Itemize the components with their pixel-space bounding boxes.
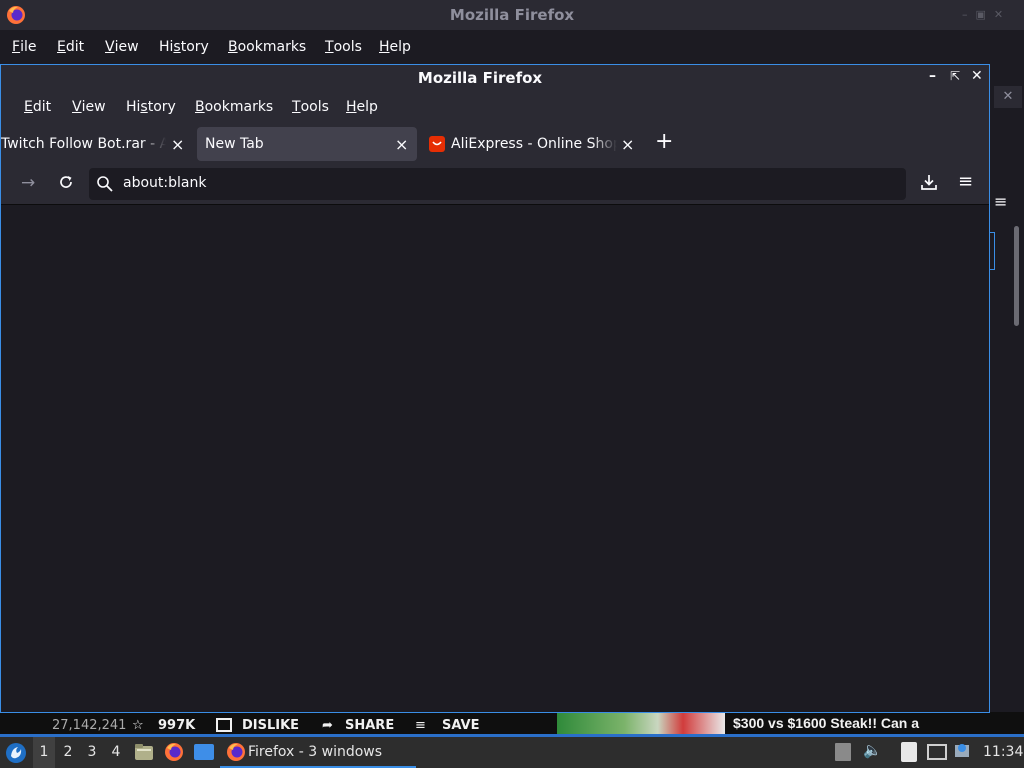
tab-twitch-follow-bot[interactable]: Twitch Follow Bot.rar - AnonFiles × bbox=[1, 127, 191, 161]
workspace-4[interactable]: 4 bbox=[105, 737, 127, 768]
close-icon[interactable]: ✕ bbox=[994, 8, 1003, 22]
share-button[interactable]: SHARE bbox=[345, 718, 394, 733]
task-firefox[interactable]: Firefox - 3 windows bbox=[220, 737, 416, 768]
menu-edit[interactable]: Edit bbox=[57, 30, 84, 64]
front-firefox-window: Mozilla Firefox – ⇱ ✕ e Edit View Histor… bbox=[0, 64, 990, 713]
clock[interactable]: 11:34 bbox=[983, 744, 1023, 760]
workspace-1[interactable]: 1 bbox=[33, 737, 55, 768]
menu-help[interactable]: Help bbox=[379, 30, 411, 64]
front-window-titlebar[interactable]: Mozilla Firefox – ⇱ ✕ bbox=[1, 65, 989, 91]
menu-tools[interactable]: Tools bbox=[292, 91, 329, 123]
url-text[interactable]: about:blank bbox=[123, 175, 206, 191]
desktop-icon[interactable] bbox=[194, 744, 214, 760]
focused-field-edge bbox=[990, 232, 995, 270]
tab-label: Twitch Follow Bot.rar - AnonFiles bbox=[1, 136, 166, 152]
close-icon[interactable]: ✕ bbox=[994, 86, 1022, 108]
minimize-icon[interactable]: – bbox=[929, 68, 936, 84]
tab-label: AliExpress - Online Shopping bbox=[451, 136, 617, 152]
dislike-icon[interactable] bbox=[216, 718, 232, 732]
tab-new-tab[interactable]: New Tab × bbox=[197, 127, 417, 161]
page-content-blank[interactable] bbox=[1, 205, 989, 712]
back-window-title: Mozilla Firefox bbox=[449, 6, 575, 24]
menu-icon[interactable]: ≡ bbox=[994, 192, 1007, 211]
video-title[interactable]: $300 vs $1600 Steak!! Can a bbox=[733, 715, 919, 731]
youtube-peek-strip: 27,142,241 ☆ 997K DISLIKE ➦ SHARE ≡ SAVE… bbox=[0, 712, 1024, 734]
back-window-menubar: File Edit View Hi s tory Bookmarks Tools H… bbox=[0, 30, 1024, 64]
menu-history[interactable]: Hi s tory bbox=[126, 91, 176, 123]
forward-icon[interactable]: → bbox=[21, 173, 35, 193]
menu-label: ile bbox=[20, 39, 37, 55]
firefox-launcher-icon[interactable] bbox=[164, 742, 184, 762]
scrollbar-thumb[interactable] bbox=[1014, 226, 1019, 326]
storage-icon[interactable] bbox=[835, 743, 851, 761]
downloads-icon[interactable] bbox=[920, 173, 938, 191]
file-manager-icon[interactable] bbox=[134, 742, 154, 762]
menu-history[interactable]: Hi s tory bbox=[159, 30, 209, 64]
new-tab-button[interactable]: + bbox=[655, 129, 673, 154]
url-bar[interactable]: about:blank bbox=[89, 168, 906, 200]
reload-icon[interactable] bbox=[57, 173, 75, 191]
menu-view[interactable]: View bbox=[72, 91, 106, 123]
menu-edit[interactable]: Edit bbox=[24, 91, 51, 123]
aliexpress-icon bbox=[429, 136, 445, 152]
search-icon bbox=[96, 175, 114, 193]
back-window-content-peek: ✕ ≡ bbox=[990, 64, 1024, 714]
menu-bookmarks[interactable]: Bookmarks bbox=[195, 91, 273, 123]
firefox-icon bbox=[226, 742, 246, 762]
taskbar: 1 2 3 4 Firefox - 3 windows 🔈 11:34 bbox=[0, 734, 1024, 768]
front-window-title: Mozilla Firefox bbox=[417, 69, 543, 87]
save-icon[interactable]: ≡ bbox=[415, 718, 426, 733]
like-icon[interactable]: ☆ bbox=[132, 718, 144, 733]
maximize-icon[interactable]: ▣ bbox=[976, 8, 986, 22]
menu-file[interactable]: e bbox=[1, 91, 2, 123]
video-thumbnail[interactable] bbox=[557, 712, 725, 734]
navigation-toolbar: → about:blank ≡ bbox=[1, 163, 989, 205]
maximize-icon[interactable]: ⇱ bbox=[950, 69, 960, 83]
task-label: Firefox - 3 windows bbox=[248, 743, 383, 760]
dislike-button[interactable]: DISLIKE bbox=[242, 718, 299, 733]
clipboard-icon[interactable] bbox=[901, 742, 917, 762]
update-notifier-icon[interactable] bbox=[954, 742, 970, 760]
menu-tools[interactable]: Tools bbox=[325, 30, 362, 64]
view-count: 27,142,241 bbox=[52, 718, 127, 733]
volume-icon[interactable]: 🔈 bbox=[863, 741, 882, 759]
share-icon[interactable]: ➦ bbox=[322, 718, 333, 733]
network-icon[interactable] bbox=[927, 744, 947, 760]
back-window-controls: – ▣ ✕ bbox=[962, 8, 1022, 22]
like-count: 997K bbox=[158, 718, 196, 733]
workspace-2[interactable]: 2 bbox=[57, 737, 79, 768]
front-window-menubar: e Edit View History Bookmarks Tools Help bbox=[1, 91, 989, 123]
menu-view[interactable]: View bbox=[105, 30, 139, 64]
tab-close-icon[interactable]: × bbox=[395, 135, 408, 154]
tab-close-icon[interactable]: × bbox=[621, 135, 634, 154]
minimize-icon[interactable]: – bbox=[962, 8, 968, 22]
save-button[interactable]: SAVE bbox=[442, 718, 479, 733]
close-icon[interactable]: ✕ bbox=[971, 68, 983, 84]
tab-close-icon[interactable]: × bbox=[171, 135, 184, 154]
menu-file[interactable]: File bbox=[12, 30, 36, 64]
tab-aliexpress[interactable]: AliExpress - Online Shopping × bbox=[429, 127, 639, 161]
tab-label: New Tab bbox=[205, 136, 264, 152]
workspace-3[interactable]: 3 bbox=[81, 737, 103, 768]
start-menu-icon[interactable] bbox=[5, 742, 27, 764]
menu-bookmarks[interactable]: Bookmarks bbox=[228, 30, 306, 64]
menu-help[interactable]: Help bbox=[346, 91, 378, 123]
app-menu-icon[interactable]: ≡ bbox=[958, 171, 973, 192]
